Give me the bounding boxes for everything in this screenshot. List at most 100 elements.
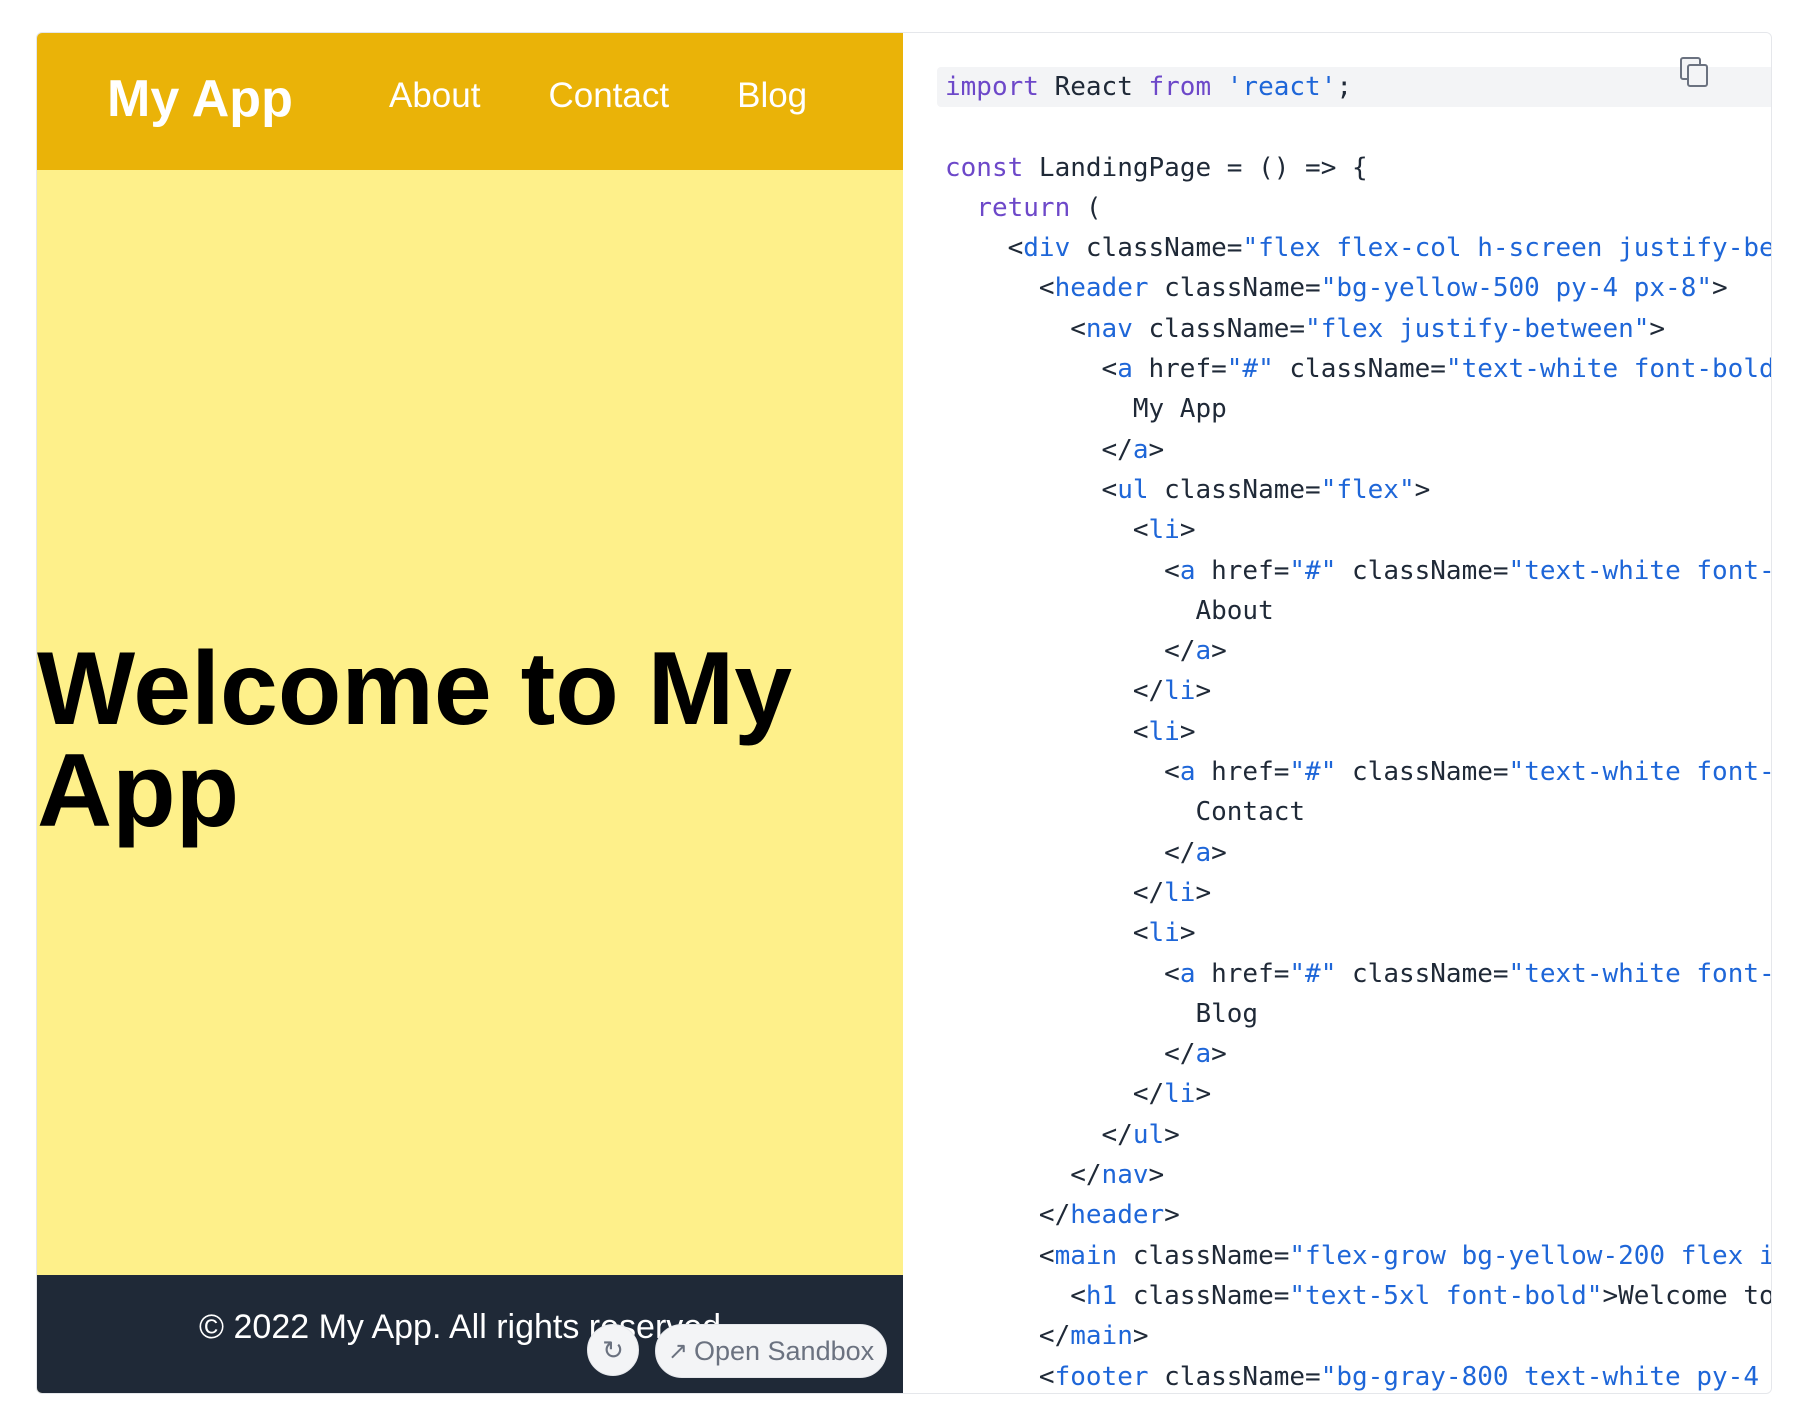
code-token: </ (945, 1200, 1071, 1231)
code-token: "text-5xl font-bold" (1289, 1280, 1603, 1311)
code-token: className= (1336, 555, 1509, 586)
code-token: < (945, 354, 1118, 385)
preview-pane: My App About Contact Blog Welcome to My … (37, 33, 903, 1393)
code-token: li (1164, 877, 1196, 908)
code-line: My App (945, 389, 1771, 429)
code-token: nav (1101, 1160, 1149, 1191)
code-line: </a> (945, 430, 1771, 470)
footer-text: © 2022 My App. All rights reserved. (199, 1308, 731, 1346)
code-line: <nav className="flex justify-between"> (945, 309, 1771, 349)
code-token: return (976, 192, 1071, 223)
code-token: href= (1195, 958, 1290, 989)
code-line: </a> (945, 631, 1771, 671)
code-token: </ (945, 1039, 1196, 1070)
code-token: "flex justify-between" (1305, 313, 1650, 344)
code-token: Contact (945, 797, 1306, 828)
code-token: href= (1195, 757, 1290, 788)
copy-button[interactable] (1678, 55, 1710, 87)
code-token: li (1148, 515, 1180, 546)
code-token: "#" (1289, 555, 1337, 586)
code-token: < (945, 555, 1180, 586)
code-token: "bg-gray-800 text-white py-4 text-center… (1320, 1361, 1759, 1392)
open-sandbox-button[interactable]: ↗ Open Sandbox (655, 1324, 887, 1378)
code-token: < (945, 918, 1149, 949)
code-token: < (945, 716, 1149, 747)
code-token: > (1148, 1160, 1165, 1191)
code-token: 'react' (1226, 72, 1337, 102)
code-token: nav (1085, 313, 1133, 344)
nav-link-contact[interactable]: Contact (548, 76, 669, 115)
code-line: <div className="flex flex-col h-screen j… (945, 228, 1771, 268)
code-token: > (1195, 1079, 1212, 1110)
code-token: < (945, 958, 1180, 989)
nav-link-about[interactable]: About (389, 76, 480, 115)
code-line: <li> (945, 712, 1771, 752)
code-token: > (1211, 1039, 1227, 1070)
nav-link-blog[interactable]: Blog (737, 76, 807, 115)
code-line: </header> (945, 1195, 1771, 1235)
code-token: const (945, 152, 1024, 183)
brand-link[interactable]: My App (107, 67, 293, 131)
code-token: > (1211, 837, 1227, 868)
code-token: React (1038, 72, 1149, 102)
nav-list: About Contact Blog (389, 71, 875, 121)
refresh-button[interactable]: ↻ (587, 1324, 639, 1376)
code-token: li (1164, 1079, 1196, 1110)
code-line: </main> (945, 1316, 1771, 1356)
code-token: </ (945, 1160, 1102, 1191)
code-token: > (1649, 313, 1666, 344)
code-line: import React from 'react'; (945, 67, 1771, 107)
code-token: "flex-grow bg-yellow-200 flex items-cent… (1289, 1240, 1771, 1271)
code-token: header (1070, 1200, 1165, 1231)
code-block[interactable]: import React from 'react'; const Landing… (945, 67, 1771, 1393)
code-token: < (945, 474, 1118, 505)
code-token: </ (945, 1079, 1165, 1110)
code-token: > (1179, 716, 1196, 747)
code-line: <h1 className="text-5xl font-bold">Welco… (945, 1276, 1771, 1316)
code-token: "text-white font-medium" (1508, 958, 1771, 989)
code-line: <a href="#" className="text-white font-m… (945, 551, 1771, 591)
code-line: <a href="#" className="text-white font-m… (945, 752, 1771, 792)
sandbox-frame: My App About Contact Blog Welcome to My … (36, 32, 1772, 1394)
code-token: > (1712, 273, 1728, 304)
nav-item-contact: Contact (548, 71, 669, 121)
code-line: <ul className="flex"> (945, 470, 1771, 510)
code-line: const LandingPage = () => { (945, 148, 1771, 188)
hero-title: Welcome to My App (37, 631, 793, 849)
code-token: > (1132, 1321, 1149, 1352)
code-line: <a href="#" className="text-white font-m… (945, 954, 1771, 994)
code-token: li (1164, 676, 1196, 707)
code-token: ul (1117, 474, 1149, 505)
code-token: > (1179, 918, 1196, 949)
code-token: className= (1132, 313, 1306, 344)
code-token: a (1179, 757, 1196, 788)
code-token: h1 (1085, 1280, 1118, 1311)
code-token: < (945, 1280, 1086, 1311)
code-token: footer (1054, 1361, 1149, 1392)
code-token: header (1054, 273, 1149, 304)
code-token: > (1179, 515, 1196, 546)
code-token: > (1164, 1119, 1180, 1150)
code-token: a (1195, 636, 1212, 667)
code-token: > (1195, 877, 1212, 908)
code-token: >Welcome to My App</ (1602, 1280, 1771, 1311)
code-token: href= (1132, 354, 1227, 385)
code-line: </li> (945, 1074, 1771, 1114)
code-token: "flex" (1320, 474, 1415, 505)
code-token: className= (1117, 1240, 1290, 1271)
code-token: "flex flex-col h-screen justify-between" (1242, 233, 1771, 264)
code-line: </a> (945, 833, 1771, 873)
code-token: className= (1336, 958, 1509, 989)
open-sandbox-label: Open Sandbox (693, 1335, 875, 1366)
code-token: a (1179, 958, 1196, 989)
code-line: </li> (945, 671, 1771, 711)
code-token: ul (1132, 1119, 1165, 1150)
code-line: <li> (945, 913, 1771, 953)
code-token: < (945, 273, 1055, 304)
code-token: > (1164, 1200, 1180, 1231)
code-pane[interactable]: import React from 'react'; const Landing… (903, 33, 1771, 1393)
nav-item-about: About (389, 71, 480, 121)
code-token: className= (1273, 354, 1446, 385)
